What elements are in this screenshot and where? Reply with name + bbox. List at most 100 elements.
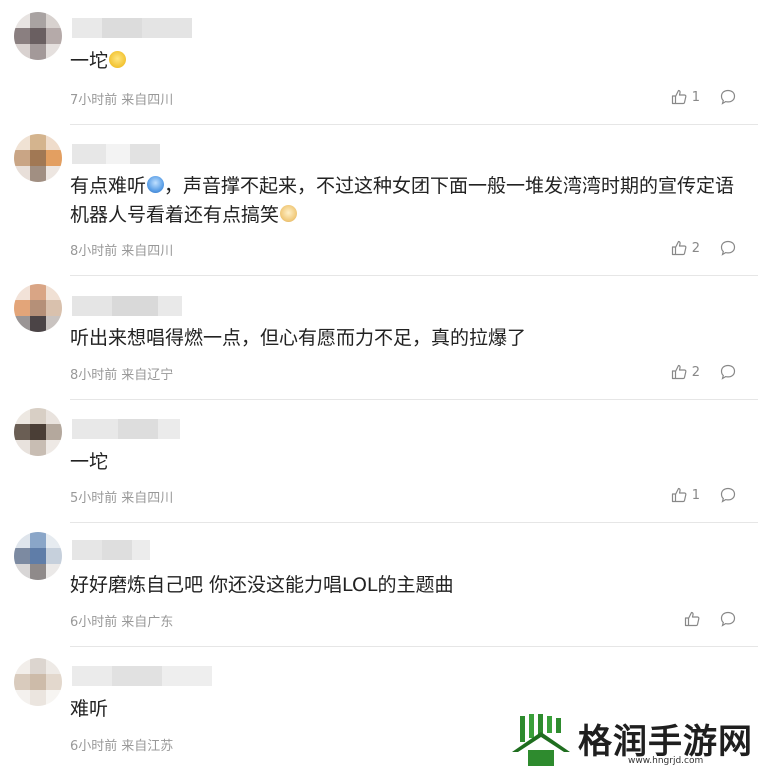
avatar-pixel — [14, 658, 30, 674]
thumbs-up-icon — [684, 611, 700, 627]
avatar-pixel — [46, 316, 62, 332]
avatar-pixel — [46, 564, 62, 580]
reply-button[interactable] — [720, 89, 736, 105]
avatar-pixel — [30, 424, 46, 440]
comment-meta: 5小时前 来自四川 — [70, 487, 177, 506]
comment-bubble-icon — [720, 89, 736, 105]
username-blurred[interactable] — [72, 666, 212, 686]
comment-meta: 6小时前 来自广东 — [70, 611, 177, 630]
comment-meta: 7小时前 来自四川 — [70, 89, 177, 108]
comment-text: 有点难听 ，声音撑不起来，不过这种女团下面一般一堆发湾湾时期的宣传定语机器人号看着… — [70, 172, 742, 230]
like-button[interactable]: 2 — [671, 240, 700, 256]
comment-meta: 8小时前 来自四川 — [70, 240, 177, 259]
avatar-pixel — [14, 44, 30, 60]
reply-button[interactable] — [720, 487, 736, 503]
avatar[interactable] — [14, 532, 62, 580]
timestamp: 8小时前 — [70, 368, 118, 383]
avatar-pixel — [46, 150, 62, 166]
avatar-pixel — [14, 674, 30, 690]
laughing-dog-emoji-icon — [280, 205, 298, 222]
comment-text: 一坨 — [70, 47, 742, 76]
divider — [70, 124, 758, 125]
avatar-pixel — [30, 658, 46, 674]
avatar-pixel — [46, 408, 62, 424]
avatar-pixel — [30, 300, 46, 316]
timestamp: 5小时前 — [70, 491, 118, 506]
avatar-pixel — [30, 28, 46, 44]
avatar-pixel — [30, 44, 46, 60]
comment-bubble-icon — [720, 487, 736, 503]
avatar-pixel — [14, 12, 30, 28]
reply-button[interactable] — [720, 611, 736, 627]
divider — [70, 646, 758, 647]
avatar-pixel — [30, 284, 46, 300]
comment-bubble-icon — [720, 364, 736, 380]
comment-text: 好好磨炼自己吧 你还没这能力唱LOL的主题曲 — [70, 571, 742, 600]
comment-actions: 2 — [671, 364, 736, 380]
reply-button[interactable] — [720, 364, 736, 380]
username-blurred[interactable] — [72, 18, 192, 38]
avatar-pixel — [46, 674, 62, 690]
avatar-pixel — [30, 674, 46, 690]
avatar[interactable] — [14, 284, 62, 332]
avatar-pixel — [46, 166, 62, 182]
avatar[interactable] — [14, 134, 62, 182]
location: 来自四川 — [121, 93, 174, 108]
username-blurred[interactable] — [72, 144, 160, 164]
location: 来自四川 — [121, 244, 174, 259]
like-count: 2 — [691, 240, 700, 256]
divider — [70, 275, 758, 276]
like-button[interactable]: 1 — [671, 89, 700, 105]
site-watermark: 格润手游网 www.hngrjd.com — [510, 708, 758, 772]
comment-actions — [684, 611, 736, 627]
like-button[interactable]: 2 — [671, 364, 700, 380]
timestamp: 6小时前 — [70, 739, 118, 754]
comment-actions: 1 — [671, 89, 736, 105]
comment-text: 听出来想唱得燃一点，但心有愿而力不足，真的拉爆了 — [70, 324, 742, 353]
avatar-pixel — [46, 658, 62, 674]
timestamp: 8小时前 — [70, 244, 118, 259]
avatar-pixel — [46, 44, 62, 60]
avatar-pixel — [30, 316, 46, 332]
avatar-pixel — [14, 440, 30, 456]
location: 来自四川 — [121, 491, 174, 506]
comment-text-content: 好好磨炼自己吧 你还没这能力唱LOL的主题曲 — [70, 574, 454, 596]
avatar-pixel — [30, 150, 46, 166]
timestamp: 6小时前 — [70, 615, 118, 630]
avatar-pixel — [30, 564, 46, 580]
avatar-pixel — [14, 564, 30, 580]
avatar-pixel — [14, 28, 30, 44]
avatar-pixel — [30, 12, 46, 28]
avatar-pixel — [30, 408, 46, 424]
reply-button[interactable] — [720, 240, 736, 256]
avatar-pixel — [30, 690, 46, 706]
like-button[interactable] — [684, 611, 700, 627]
comment-text-continued: ，声音撑不起来，不过这种女团下面一般一堆发湾湾时期的宣传定语机器人号看着还有点搞… — [70, 175, 735, 226]
avatar[interactable] — [14, 658, 62, 706]
username-blurred[interactable] — [72, 419, 180, 439]
comment-bubble-icon — [720, 240, 736, 256]
comment-text-content: 难听 — [70, 698, 109, 720]
comment-text-content: 有点难听 — [70, 175, 147, 197]
avatar-pixel — [14, 284, 30, 300]
comment-text-content: 一坨 — [70, 50, 109, 72]
divider — [70, 522, 758, 523]
like-button[interactable]: 1 — [671, 487, 700, 503]
location: 来自辽宁 — [121, 368, 174, 383]
avatar[interactable] — [14, 12, 62, 60]
avatar-pixel — [14, 424, 30, 440]
avatar-pixel — [14, 690, 30, 706]
timestamp: 7小时前 — [70, 93, 118, 108]
avatar-pixel — [30, 548, 46, 564]
avatar-pixel — [30, 532, 46, 548]
avatar-pixel — [14, 300, 30, 316]
crying-emoji-icon — [147, 176, 165, 193]
location: 来自江苏 — [121, 739, 174, 754]
avatar-pixel — [46, 134, 62, 150]
username-blurred[interactable] — [72, 296, 182, 316]
username-blurred[interactable] — [72, 540, 150, 560]
thumbs-up-icon — [671, 240, 687, 256]
location: 来自广东 — [121, 615, 174, 630]
avatar[interactable] — [14, 408, 62, 456]
avatar-pixel — [46, 440, 62, 456]
